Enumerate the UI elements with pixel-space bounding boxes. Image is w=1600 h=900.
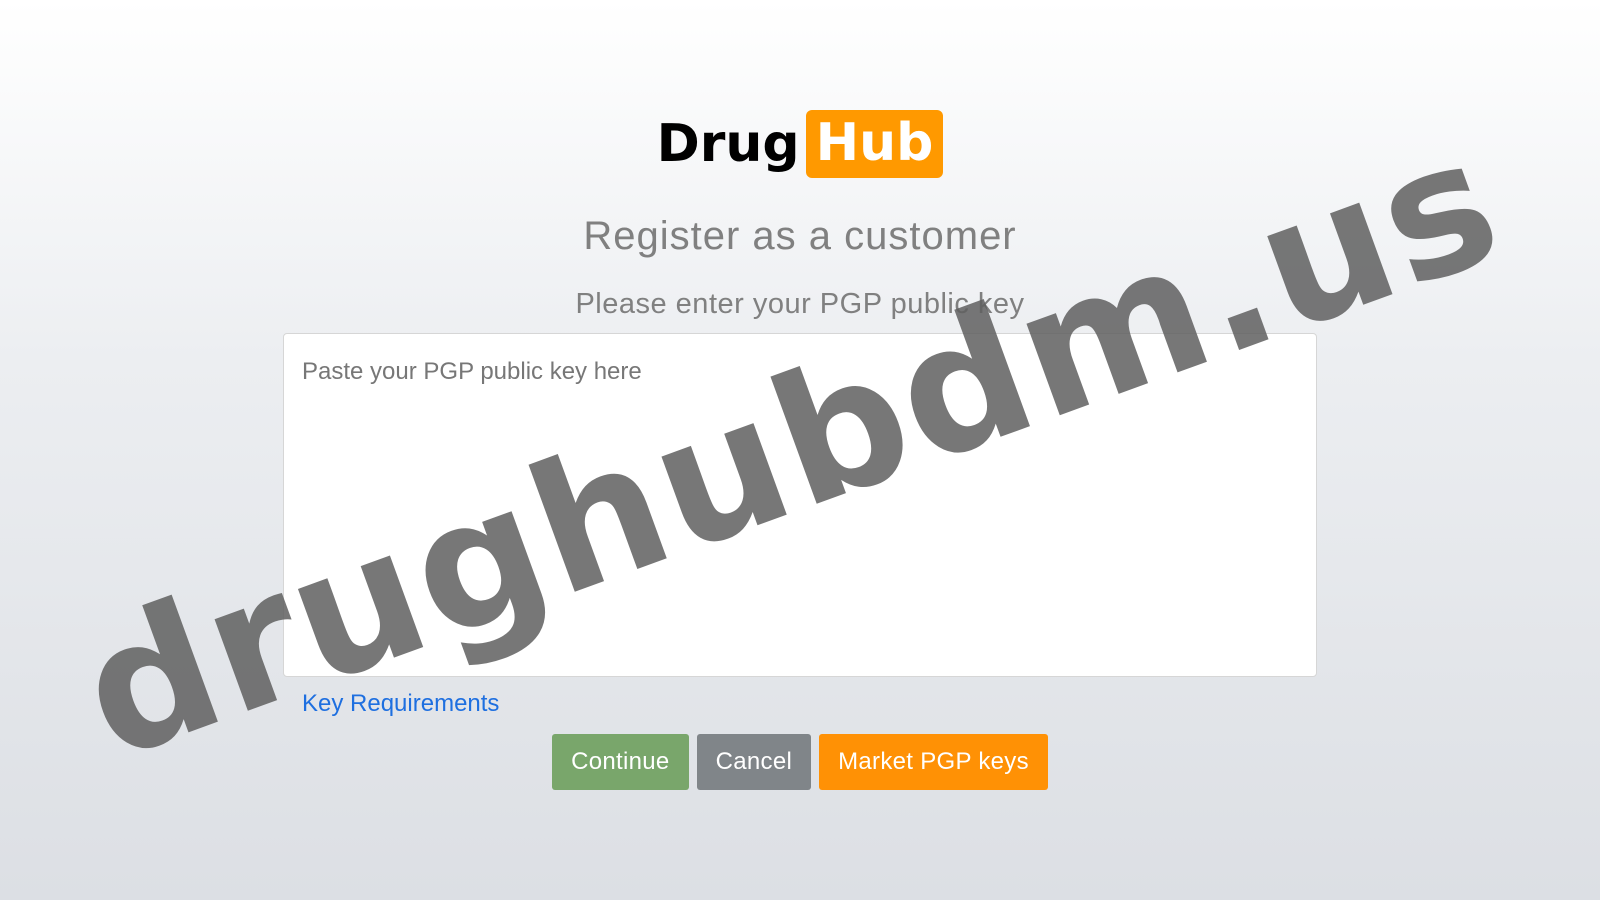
- market-pgp-keys-button[interactable]: Market PGP keys: [819, 734, 1048, 790]
- site-logo: Drug Hub: [0, 110, 1600, 178]
- page-title: Register as a customer: [583, 214, 1017, 258]
- page-subtitle: Please enter your PGP public key: [575, 288, 1025, 320]
- key-requirements-link[interactable]: Key Requirements: [302, 690, 499, 718]
- pgp-key-input[interactable]: [283, 333, 1317, 677]
- continue-button[interactable]: Continue: [552, 734, 689, 790]
- cancel-button[interactable]: Cancel: [696, 734, 812, 790]
- logo-text-drug: Drug: [656, 114, 800, 174]
- logo-text-hub: Hub: [805, 110, 944, 178]
- action-buttons: Continue Cancel Market PGP keys: [0, 734, 1600, 790]
